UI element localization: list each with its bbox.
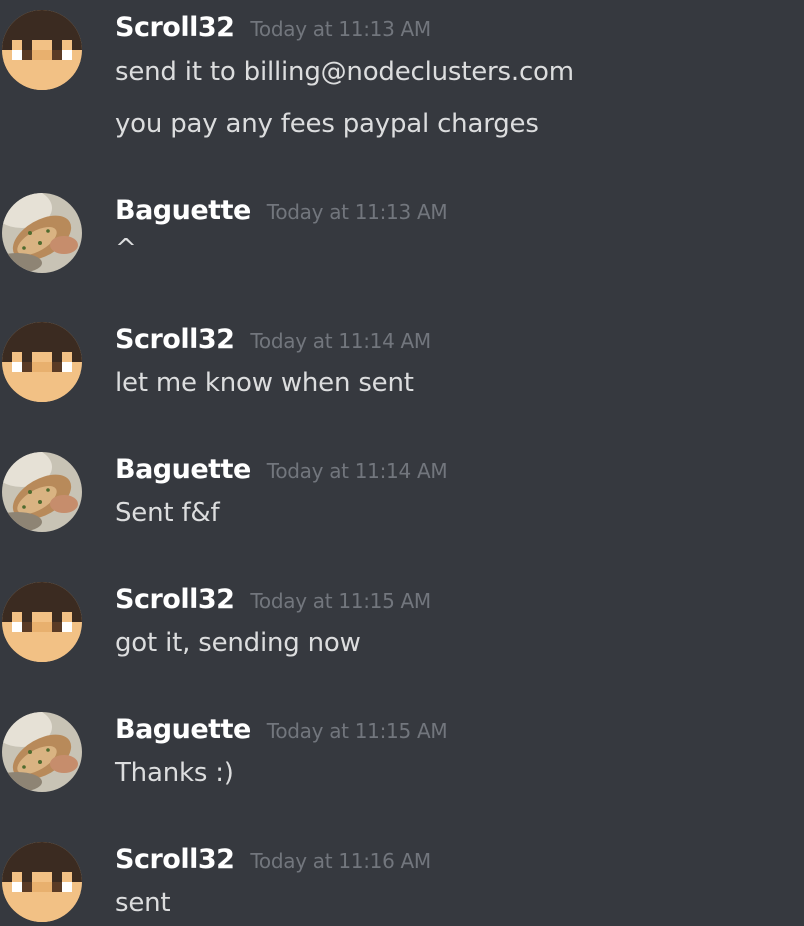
minecraft-face-avatar-icon[interactable] xyxy=(2,842,82,922)
bread-photo-avatar-icon[interactable] xyxy=(2,452,82,532)
username[interactable]: Baguette xyxy=(115,450,251,490)
message-header: Baguette Today at 11:14 AM xyxy=(115,450,448,490)
message-header: Scroll32 Today at 11:13 AM xyxy=(115,8,431,48)
message-text: sent xyxy=(115,888,171,918)
minecraft-face-avatar-icon[interactable] xyxy=(2,10,82,90)
minecraft-face-avatar-icon[interactable] xyxy=(2,322,82,402)
timestamp: Today at 11:16 AM xyxy=(250,849,431,873)
message-header: Scroll32 Today at 11:15 AM xyxy=(115,580,431,620)
username[interactable]: Scroll32 xyxy=(115,320,235,360)
chat-message-list: Scroll32 Today at 11:13 AM send it to bi… xyxy=(0,0,804,926)
message-text: Sent f&f xyxy=(115,498,220,528)
minecraft-face-avatar-icon[interactable] xyxy=(2,582,82,662)
message-text: send it to billing@nodeclusters.com xyxy=(115,57,574,87)
username[interactable]: Baguette xyxy=(115,710,251,750)
message-text: Thanks :) xyxy=(115,758,234,788)
timestamp: Today at 11:15 AM xyxy=(250,589,431,613)
message-header: Scroll32 Today at 11:14 AM xyxy=(115,320,431,360)
message-text: got it, sending now xyxy=(115,628,361,658)
message-text: let me know when sent xyxy=(115,368,414,398)
message-header: Baguette Today at 11:13 AM xyxy=(115,191,448,231)
timestamp: Today at 11:14 AM xyxy=(266,459,448,483)
message-header: Scroll32 Today at 11:16 AM xyxy=(115,840,431,880)
username[interactable]: Scroll32 xyxy=(115,8,235,48)
username[interactable]: Scroll32 xyxy=(115,840,235,880)
message-text: ^ xyxy=(115,234,137,264)
message-header: Baguette Today at 11:15 AM xyxy=(115,710,448,750)
bread-photo-avatar-icon[interactable] xyxy=(2,193,82,273)
timestamp: Today at 11:13 AM xyxy=(250,17,431,41)
username[interactable]: Scroll32 xyxy=(115,580,235,620)
username[interactable]: Baguette xyxy=(115,191,251,231)
message-text: you pay any fees paypal charges xyxy=(115,109,539,139)
timestamp: Today at 11:14 AM xyxy=(250,329,431,353)
timestamp: Today at 11:13 AM xyxy=(266,200,448,224)
timestamp: Today at 11:15 AM xyxy=(266,719,448,743)
bread-photo-avatar-icon[interactable] xyxy=(2,712,82,792)
